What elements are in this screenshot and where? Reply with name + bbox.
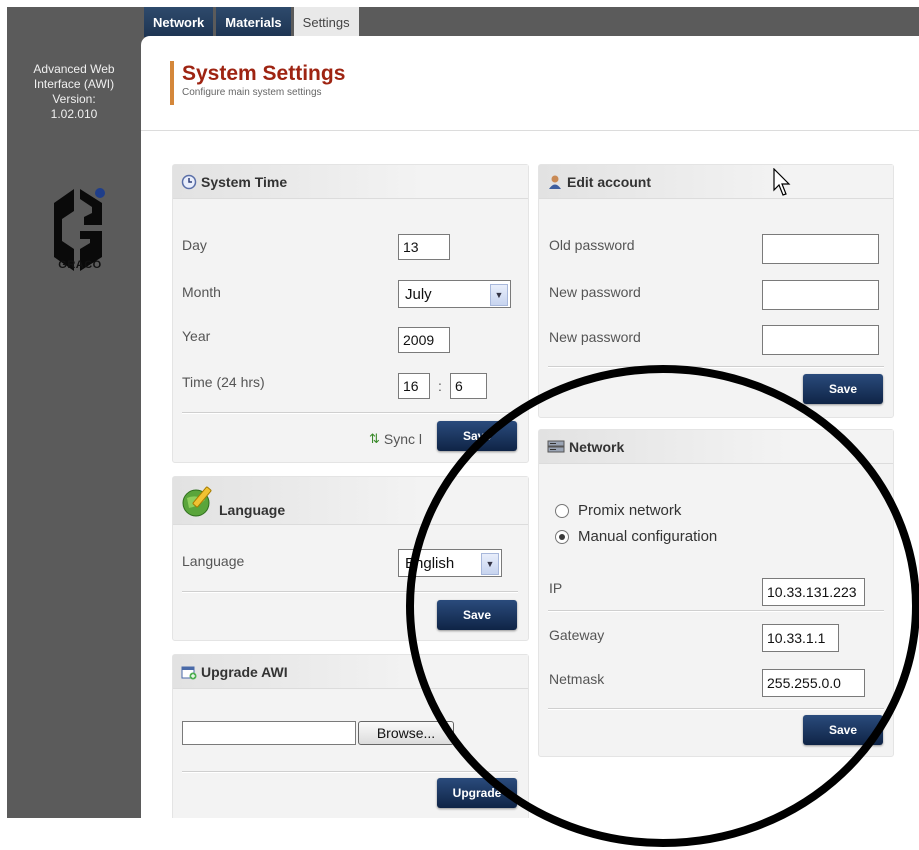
language-title: Language [219,502,286,518]
network-header: Network [539,430,893,464]
logo-wordmark: GRACO [58,259,102,271]
page-subtitle: Configure main system settings [182,87,322,98]
sync-label: Sync l [383,431,423,447]
version-label: Version: [52,92,96,106]
language-panel: Language Language English ▼ Save [172,476,529,641]
system-time-panel: System Time Day 13 Month July ▼ Year 200… [172,164,529,463]
confirm-password-label: New password [549,329,641,345]
clock-icon [181,174,197,190]
edit-account-divider [548,366,884,368]
year-input[interactable]: 2009 [398,327,450,353]
account-save-button[interactable]: Save [803,374,883,404]
upgrade-button[interactable]: Upgrade [437,778,517,808]
globe-pencil-icon [181,484,215,518]
network-panel: Network Promix network Manual configurat… [538,429,894,757]
language-select[interactable]: English ▼ [398,549,502,577]
tab-settings[interactable]: Settings [293,7,359,37]
sync-link[interactable]: ⇅ Sync l [369,431,422,447]
system-time-title: System Time [201,173,288,190]
hour-input[interactable]: 16 [398,373,430,399]
system-time-save-button[interactable]: Save [437,421,517,451]
app-info: Advanced Web Interface (AWI) Version: 1.… [7,62,141,122]
upgrade-divider [182,771,518,773]
header-divider [141,130,919,131]
old-password-label: Old password [549,237,635,253]
day-input[interactable]: 13 [398,234,450,260]
app-name-line1: Advanced Web [33,62,115,76]
promix-network-label: Promix network [578,502,682,519]
browse-button[interactable]: Browse... [358,721,454,745]
netmask-input[interactable]: 255.255.0.0 [762,669,865,697]
upgrade-title: Upgrade AWI [201,663,288,680]
edit-account-title: Edit account [567,173,652,190]
tab-materials[interactable]: Materials [216,7,291,37]
main-tabs: Network Materials Settings [144,7,359,37]
manual-configuration-radio[interactable] [555,529,569,544]
upgrade-panel: Upgrade AWI Browse... Upgrade [172,654,529,818]
manual-configuration-label: Manual configuration [578,528,718,545]
user-icon [547,174,563,190]
promix-network-option[interactable]: Promix network [555,502,681,519]
new-password-input[interactable] [762,280,879,310]
network-title: Network [569,438,625,455]
minute-input[interactable]: 6 [450,373,487,399]
netmask-label: Netmask [549,671,605,687]
day-label: Day [182,237,207,253]
graco-logo: GRACO [40,185,120,275]
gateway-label: Gateway [549,627,605,643]
upgrade-header: Upgrade AWI [173,655,528,689]
language-divider [182,591,518,593]
manual-configuration-option[interactable]: Manual configuration [555,528,717,545]
ip-label: IP [549,580,563,596]
edit-account-panel: Edit account Old password New password N… [538,164,894,418]
network-divider [548,708,884,710]
month-selected-value: July [405,285,432,303]
edit-account-header: Edit account [539,165,893,199]
old-password-input[interactable] [762,234,879,264]
sync-icon: ⇅ [369,431,380,446]
month-select[interactable]: July ▼ [398,280,511,308]
version-value: 1.02.010 [50,107,98,121]
mouse-cursor-icon [773,167,793,203]
settings-content: System Settings Configure main system se… [141,36,919,818]
network-save-button[interactable]: Save [803,715,883,745]
page-title: System Settings [182,62,346,85]
chevron-down-icon[interactable]: ▼ [481,553,499,575]
language-selected-value: English [405,554,455,572]
time-label: Time (24 hrs) [182,374,265,390]
chevron-down-icon[interactable]: ▼ [490,284,508,306]
ip-input[interactable]: 10.33.131.223 [762,578,865,606]
app-name-line2: Interface (AWI) [33,77,115,91]
tab-network[interactable]: Network [144,7,214,37]
year-label: Year [182,328,211,344]
confirm-password-input[interactable] [762,325,879,355]
language-save-button[interactable]: Save [437,600,517,630]
ip-divider [548,610,884,612]
month-label: Month [182,284,221,300]
gateway-input[interactable]: 10.33.1.1 [762,624,839,652]
language-label: Language [182,553,245,569]
promix-network-radio[interactable] [555,503,569,518]
file-path-input[interactable] [182,721,356,745]
system-time-divider [182,412,518,414]
language-header: Language [173,477,528,525]
new-password-label: New password [549,284,641,300]
network-server-icon [547,439,565,455]
system-time-header: System Time [173,165,528,199]
page-header: System Settings Configure main system se… [170,61,345,105]
upgrade-icon [181,664,197,680]
time-separator: : [438,378,442,394]
